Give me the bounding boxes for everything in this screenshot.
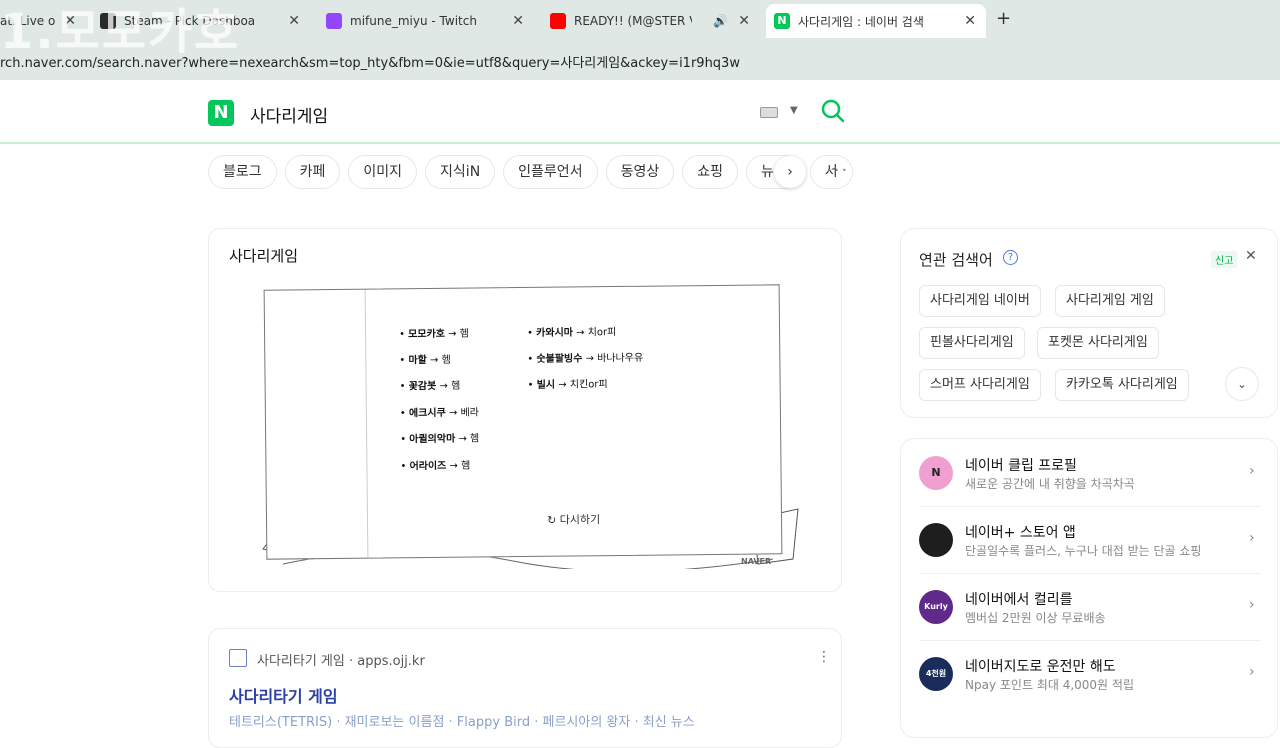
chevron-right-icon: › <box>1249 530 1255 546</box>
chevron-right-icon: › <box>1249 463 1255 479</box>
store-app-icon <box>919 523 953 557</box>
youtube-icon <box>550 13 566 29</box>
ladder-entry[interactable]: • 에크시쿠 → 베라 <box>400 403 479 419</box>
close-icon[interactable]: ✕ <box>1245 248 1257 264</box>
speaker-icon[interactable]: 🔊 <box>713 14 728 28</box>
related-chip[interactable]: 사다리게임 네이버 <box>919 285 1041 317</box>
promo-item[interactable]: Kurly 네이버에서 컬리를 멤버십 2만원 이상 무료배송 › <box>901 573 1279 640</box>
promo-subtitle: Npay 포인트 최대 4,000원 적립 <box>965 678 1134 692</box>
ladder-board: • 모모카호 → 헴 • 마할 → 헴 • 꽃감봇 → 헴 • 에크시쿠 → 베… <box>263 284 783 560</box>
related-chip[interactable]: 카카오톡 사다리게임 <box>1055 369 1189 401</box>
search-input[interactable]: 사다리게임 <box>250 102 328 127</box>
browser-tab[interactable]: mifune_miyu - Twitch ✕ <box>326 4 526 38</box>
promo-item[interactable]: N 네이버 클립 프로필 새로운 공간에 내 취향을 차곡차곡 › <box>901 439 1279 506</box>
site-name[interactable]: 사다리타기 게임 · apps.ojj.kr <box>257 650 425 669</box>
search-icon[interactable] <box>820 98 846 124</box>
tab-title: READY!! (M@STER Version <box>574 14 692 28</box>
promo-title: 네이버 클립 프로필 <box>965 458 1077 474</box>
promo-item[interactable]: 4천원 네이버지도로 운전만 해도 Npay 포인트 최대 4,000원 적립 … <box>901 640 1279 707</box>
ladder-entry[interactable]: • 빌시 → 치킨or피 <box>528 375 608 391</box>
promo-subtitle: 새로운 공간에 내 취향을 차곡차곡 <box>965 477 1135 491</box>
ladder-entry[interactable]: • 숫불팔빙수 → 바나나우유 <box>527 349 643 365</box>
more-icon[interactable]: ··· <box>826 160 849 181</box>
related-chip[interactable]: 사다리게임 게임 <box>1055 285 1165 317</box>
ladder-entry[interactable]: • 아퀼의악마 → 헴 <box>400 429 479 445</box>
related-chip[interactable]: 핀볼사다리게임 <box>919 327 1025 359</box>
tab-kin[interactable]: 지식iN <box>425 155 496 189</box>
promo-subtitle: 단골일수록 플러스, 누구나 대접 받는 단골 쇼핑 <box>965 544 1202 558</box>
site-favicon-icon <box>229 649 247 667</box>
result-description[interactable]: 테트리스(TETRIS) · 재미로보는 이름점 · Flappy Bird ·… <box>229 711 695 730</box>
naver-brand-mark: NAVER <box>741 557 772 566</box>
naver-logo[interactable]: N <box>208 100 234 126</box>
tab-blog[interactable]: 블로그 <box>208 155 277 189</box>
category-tabs: 블로그 카페 이미지 지식iN 인플루언서 동영상 쇼핑 뉴스 서 <box>208 155 853 189</box>
ladder-entry[interactable]: • 어라이즈 → 헴 <box>400 457 470 473</box>
related-title: 연관 검색어 <box>919 251 993 269</box>
browser-tab[interactable]: READY!! (M@STER Version 🔊 ✕ <box>550 4 754 38</box>
twitch-icon <box>326 13 342 29</box>
close-icon[interactable]: ✕ <box>512 13 524 29</box>
chevron-right-icon: › <box>1249 664 1255 680</box>
related-searches-card: 연관 검색어 ? 신고 ✕ 사다리게임 네이버 사다리게임 게임 핀볼사다리게임… <box>900 228 1278 418</box>
keyboard-icon[interactable] <box>760 107 778 118</box>
stream-overlay-text: 1.모모카호 <box>0 4 241 60</box>
promo-title: 네이버에서 컬리를 <box>965 592 1073 608</box>
tab-title: mifune_miyu - Twitch <box>350 14 477 28</box>
search-result-card: 사다리타기 게임 · apps.ojj.kr ⋮ 사다리타기 게임 테트리스(T… <box>208 628 842 748</box>
ladder-entry[interactable]: • 꽃감봇 → 헴 <box>400 377 461 393</box>
ladder-entry[interactable]: • 마할 → 헴 <box>399 351 451 367</box>
tab-shopping[interactable]: 쇼핑 <box>682 155 738 189</box>
help-icon[interactable]: ? <box>1003 250 1018 265</box>
ladder-entry[interactable]: • 모모카호 → 헴 <box>399 325 469 341</box>
promo-title: 네이버+ 스토어 앱 <box>965 525 1076 541</box>
close-icon[interactable]: ✕ <box>738 13 750 29</box>
promo-item[interactable]: 네이버+ 스토어 앱 단골일수록 플러스, 누구나 대접 받는 단골 쇼핑 › <box>901 506 1279 573</box>
close-icon[interactable]: ✕ <box>288 13 300 29</box>
related-chip[interactable]: 스머프 사다리게임 <box>919 369 1041 401</box>
promo-subtitle: 멤버십 2만원 이상 무료배송 <box>965 611 1106 625</box>
new-tab-button[interactable]: + <box>996 8 1011 29</box>
chevron-down-icon[interactable]: ⌄ <box>1225 367 1259 401</box>
promo-list-card: N 네이버 클립 프로필 새로운 공간에 내 취향을 차곡차곡 › 네이버+ 스… <box>900 438 1278 738</box>
retry-icon: ↻ <box>546 513 557 527</box>
clip-profile-icon: N <box>919 456 953 490</box>
naver-icon: N <box>774 13 790 29</box>
ladder-entry[interactable]: • 카와시마 → 치or피 <box>527 323 616 339</box>
close-icon[interactable]: ✕ <box>964 13 976 29</box>
related-chip[interactable]: 포켓몬 사다리게임 <box>1037 327 1159 359</box>
report-button[interactable]: 신고 <box>1211 251 1238 268</box>
chevron-right-icon[interactable]: › <box>774 156 806 188</box>
chevron-right-icon: › <box>1249 597 1255 613</box>
search-header: N 사다리게임 ▼ <box>0 82 1280 144</box>
chevron-down-icon[interactable]: ▼ <box>790 105 798 116</box>
map-reward-icon: 4천원 <box>919 657 953 691</box>
retry-button[interactable]: ↻ 다시하기 <box>547 511 600 528</box>
promo-title: 네이버지도로 운전만 해도 <box>965 659 1116 675</box>
more-options-icon[interactable]: ⋮ <box>817 649 831 665</box>
tab-influencer[interactable]: 인플루언서 <box>503 155 598 189</box>
tab-cafe[interactable]: 카페 <box>284 155 341 189</box>
kurly-icon: Kurly <box>919 590 953 624</box>
tab-image[interactable]: 이미지 <box>348 155 418 189</box>
result-title-link[interactable]: 사다리타기 게임 <box>229 683 338 707</box>
tab-video[interactable]: 동영상 <box>605 155 675 189</box>
ladder-game-card: 사다리게임 • 모모카호 → 헴 • 마할 → 헴 • 꽃감봇 → 헴 • 에크… <box>208 228 842 592</box>
tab-title: 사다리게임 : 네이버 검색 <box>798 14 924 29</box>
browser-tab-active[interactable]: N 사다리게임 : 네이버 검색 ✕ <box>766 4 986 38</box>
card-title: 사다리게임 <box>229 247 299 265</box>
